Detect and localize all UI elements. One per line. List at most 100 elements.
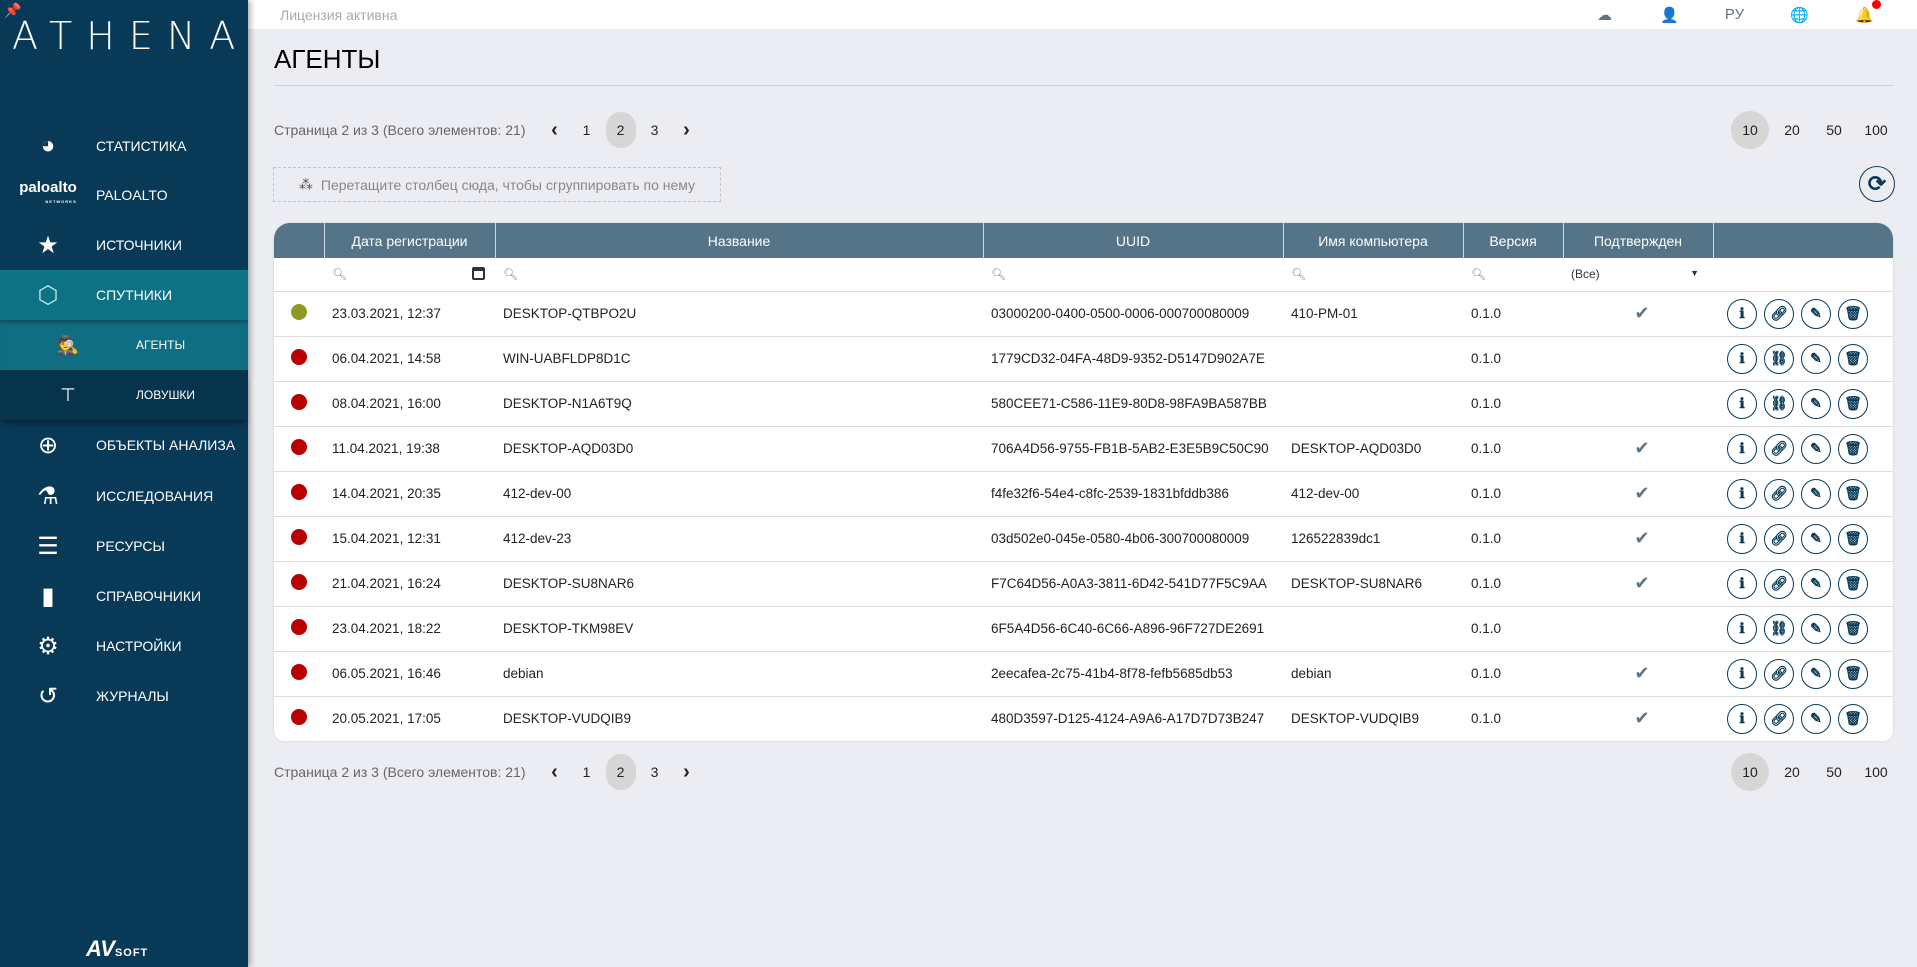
- prev-page-button[interactable]: ‹: [540, 119, 570, 142]
- page-1-button[interactable]: 1: [572, 754, 602, 790]
- info-button[interactable]: ℹ: [1727, 388, 1757, 419]
- page-2-button[interactable]: 2: [605, 754, 636, 790]
- edit-button[interactable]: ✎: [1801, 343, 1831, 374]
- edit-button[interactable]: ✎: [1801, 658, 1831, 689]
- table-row[interactable]: 06.05.2021, 16:46 debian 2eecafea-2c75-41b…: [274, 651, 1893, 697]
- link-button[interactable]: 🔗︎: [1764, 658, 1794, 689]
- col-computer[interactable]: Имя компьютера: [1282, 223, 1463, 258]
- sidebar-item-traps[interactable]: ⊤ ЛОВУШКИ: [0, 370, 248, 420]
- table-row[interactable]: 06.04.2021, 14:58 WIN-UABFLDP8D1C 1779CD32…: [274, 336, 1893, 382]
- bell-icon[interactable]: 🔔: [1832, 0, 1897, 24]
- sidebar-item-resources[interactable]: ☰ РЕСУРСЫ: [0, 521, 248, 571]
- table-row[interactable]: 08.04.2021, 16:00 DESKTOP-N1A6T9Q 580CEE71…: [274, 381, 1893, 427]
- sidebar-item-settings[interactable]: ⚙ НАСТРОЙКИ: [0, 621, 248, 671]
- delete-button[interactable]: 🗑︎: [1838, 658, 1868, 689]
- calendar-icon[interactable]: [472, 267, 485, 280]
- sidebar-item-statistics[interactable]: ◕ СТАТИСТИКА: [0, 121, 248, 171]
- sidebar-item-agents[interactable]: 🕵 АГЕНТЫ: [0, 320, 248, 370]
- delete-button[interactable]: 🗑︎: [1838, 703, 1868, 734]
- edit-button[interactable]: ✎: [1801, 613, 1831, 644]
- sidebar-item-satellites[interactable]: ⬡ СПУТНИКИ: [0, 270, 248, 320]
- info-button[interactable]: ℹ: [1727, 478, 1757, 509]
- col-confirmed[interactable]: Подтвержден: [1562, 223, 1713, 258]
- col-uuid[interactable]: UUID: [982, 223, 1283, 258]
- edit-button[interactable]: ✎: [1801, 478, 1831, 509]
- table-row[interactable]: 20.05.2021, 17:05 DESKTOP-VUDQIB9 480D3597…: [274, 696, 1893, 741]
- page-size-50[interactable]: 50: [1815, 111, 1853, 149]
- page-2-button[interactable]: 2: [605, 112, 636, 148]
- info-button[interactable]: ℹ: [1727, 433, 1757, 464]
- page-3-button[interactable]: 3: [640, 112, 670, 148]
- user-icon[interactable]: 👤: [1637, 6, 1702, 24]
- refresh-button[interactable]: ⟳: [1859, 166, 1895, 202]
- sidebar-item-sources[interactable]: ★ ИСТОЧНИКИ: [0, 220, 248, 270]
- table-row[interactable]: 21.04.2021, 16:24 DESKTOP-SU8NAR6 F7C64D56…: [274, 561, 1893, 607]
- info-button[interactable]: ℹ: [1727, 658, 1757, 689]
- col-name[interactable]: Название: [494, 223, 983, 258]
- edit-button[interactable]: ✎: [1801, 703, 1831, 734]
- unlink-button[interactable]: ⛓︎: [1764, 613, 1794, 644]
- table-row[interactable]: 14.04.2021, 20:35 412-dev-00 f4fe32f6-54e4…: [274, 471, 1893, 517]
- page-size-100[interactable]: 100: [1857, 753, 1895, 791]
- delete-button[interactable]: 🗑︎: [1838, 343, 1868, 374]
- page-size-20[interactable]: 20: [1773, 111, 1811, 149]
- table-row[interactable]: 23.03.2021, 12:37 DESKTOP-QTBPO2U 03000200…: [274, 291, 1893, 337]
- link-button[interactable]: 🔗︎: [1764, 433, 1794, 464]
- table-row[interactable]: 15.04.2021, 12:31 412-dev-23 03d502e0-045e…: [274, 516, 1893, 562]
- link-button[interactable]: 🔗︎: [1764, 478, 1794, 509]
- link-button[interactable]: 🔗︎: [1764, 523, 1794, 554]
- link-button[interactable]: 🔗︎: [1764, 298, 1794, 329]
- page-size-10[interactable]: 10: [1731, 753, 1769, 791]
- delete-button[interactable]: 🗑︎: [1838, 433, 1868, 464]
- page-size-50[interactable]: 50: [1815, 753, 1853, 791]
- edit-button[interactable]: ✎: [1801, 433, 1831, 464]
- sidebar-item-paloalto[interactable]: paloalto NETWORKS PALOALTO: [0, 170, 248, 220]
- page-size-10[interactable]: 10: [1731, 111, 1769, 149]
- delete-button[interactable]: 🗑︎: [1838, 478, 1868, 509]
- unlink-button[interactable]: ⛓︎: [1764, 343, 1794, 374]
- col-date[interactable]: Дата регистрации: [323, 223, 495, 258]
- link-button[interactable]: 🔗︎: [1764, 703, 1794, 734]
- edit-button[interactable]: ✎: [1801, 388, 1831, 419]
- filter-date[interactable]: 🔍︎: [324, 258, 495, 292]
- filter-name[interactable]: 🔍︎: [495, 258, 983, 292]
- globe-icon[interactable]: 🌐: [1767, 6, 1832, 24]
- delete-button[interactable]: 🗑︎: [1838, 613, 1868, 644]
- page-3-button[interactable]: 3: [640, 754, 670, 790]
- info-button[interactable]: ℹ: [1727, 523, 1757, 554]
- cloud-download-icon[interactable]: ☁: [1572, 6, 1637, 24]
- page-size-100[interactable]: 100: [1857, 111, 1895, 149]
- edit-button[interactable]: ✎: [1801, 523, 1831, 554]
- unlink-button[interactable]: ⛓︎: [1764, 388, 1794, 419]
- page-1-button[interactable]: 1: [572, 112, 602, 148]
- info-button[interactable]: ℹ: [1727, 613, 1757, 644]
- table-row[interactable]: 23.04.2021, 18:22 DESKTOP-TKM98EV 6F5A4D56…: [274, 606, 1893, 652]
- filter-uuid[interactable]: 🔍︎: [983, 258, 1283, 292]
- prev-page-button[interactable]: ‹: [540, 761, 570, 784]
- edit-button[interactable]: ✎: [1801, 568, 1831, 599]
- sidebar-item-logs[interactable]: ↺ ЖУРНАЛЫ: [0, 671, 248, 721]
- edit-button[interactable]: ✎: [1801, 298, 1831, 329]
- filter-version[interactable]: 🔍︎: [1463, 258, 1563, 292]
- info-button[interactable]: ℹ: [1727, 298, 1757, 329]
- next-page-button[interactable]: ›: [672, 761, 702, 784]
- link-button[interactable]: 🔗︎: [1764, 568, 1794, 599]
- language-switch[interactable]: РУ: [1702, 6, 1767, 23]
- delete-button[interactable]: 🗑︎: [1838, 523, 1868, 554]
- info-button[interactable]: ℹ: [1727, 703, 1757, 734]
- filter-confirmed[interactable]: (Все) ▼: [1563, 258, 1713, 292]
- delete-button[interactable]: 🗑︎: [1838, 388, 1868, 419]
- filter-computer[interactable]: 🔍︎: [1283, 258, 1463, 292]
- page-size-20[interactable]: 20: [1773, 753, 1811, 791]
- col-version[interactable]: Версия: [1462, 223, 1563, 258]
- group-panel[interactable]: ⁂ Перетащите столбец сюда, чтобы сгруппир…: [273, 167, 721, 202]
- table-row[interactable]: 11.04.2021, 19:38 DESKTOP-AQD03D0 706A4D56…: [274, 426, 1893, 472]
- info-button[interactable]: ℹ: [1727, 568, 1757, 599]
- sidebar-item-research[interactable]: ⚗ ИССЛЕДОВАНИЯ: [0, 471, 248, 521]
- next-page-button[interactable]: ›: [672, 119, 702, 142]
- sidebar-item-analysis-objects[interactable]: ⊕ ОБЪЕКТЫ АНАЛИЗА: [0, 420, 248, 470]
- delete-button[interactable]: 🗑︎: [1838, 568, 1868, 599]
- info-button[interactable]: ℹ: [1727, 343, 1757, 374]
- sidebar-item-references[interactable]: ▮ СПРАВОЧНИКИ: [0, 571, 248, 621]
- delete-button[interactable]: 🗑︎: [1838, 298, 1868, 329]
